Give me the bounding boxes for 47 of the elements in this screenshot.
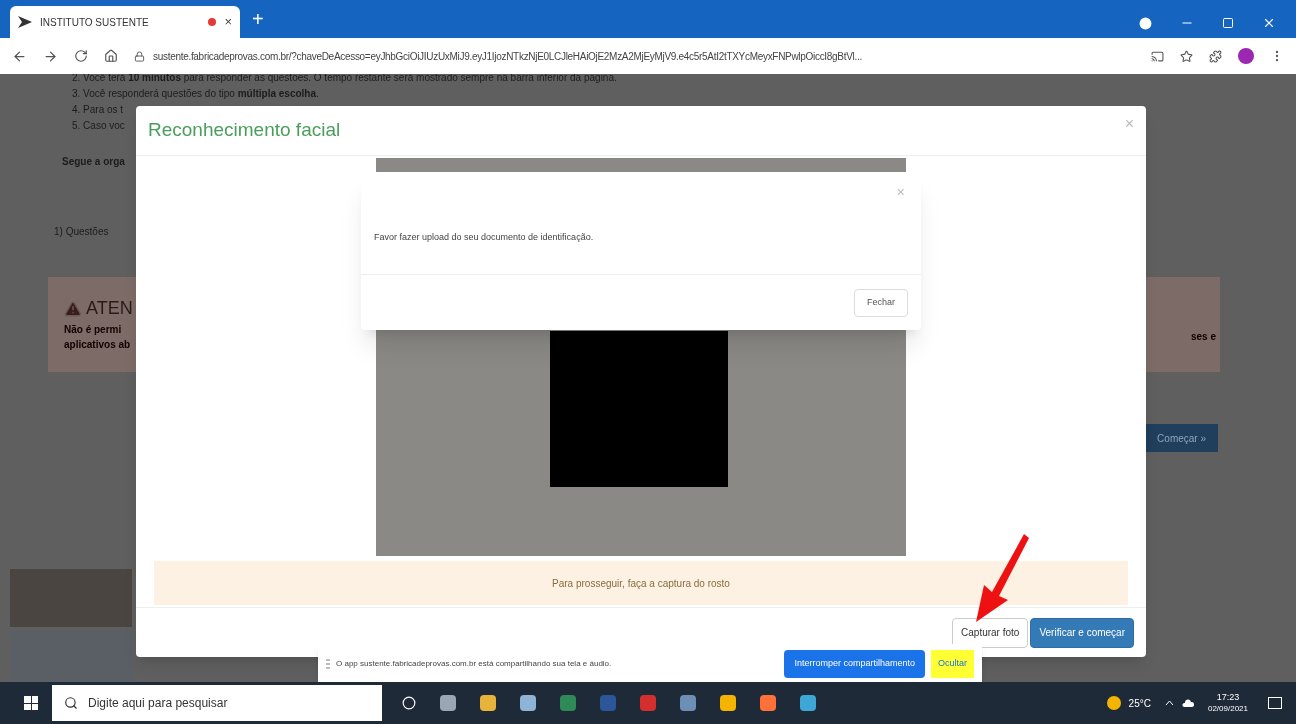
maximize-icon[interactable] (1222, 17, 1234, 29)
cast-icon[interactable] (1151, 49, 1164, 63)
notice-banner: Para prosseguir, faça a captura do rosto (154, 561, 1128, 605)
profile-icon[interactable] (1139, 16, 1152, 30)
browser-tab[interactable]: INSTITUTO SUSTENTE × (10, 6, 240, 38)
close-icon[interactable] (1262, 16, 1276, 30)
dismiss-button[interactable]: Fechar (854, 288, 908, 317)
instruction-text: 4. Para os t (72, 103, 124, 117)
start-button[interactable]: Começar » (1145, 424, 1218, 452)
new-tab-button[interactable]: + (252, 4, 264, 34)
instruction-text: 2. Você terá 10 minutos para responder as questões. O tempo restante será mostrado sempre na barra inferior da página. (72, 74, 617, 85)
clock-date: 02/09/2021 (1207, 703, 1248, 714)
alert-title: ATEN (86, 297, 133, 320)
extensions-icon[interactable] (1209, 49, 1222, 63)
home-icon[interactable] (104, 49, 118, 63)
alert-text: ses e (1190, 330, 1216, 344)
avatar[interactable] (1238, 48, 1254, 64)
alert-text: Não é permi (64, 323, 122, 337)
share-message: O app sustente.fabricadeprovas.com.br está compartilhando sua tela e áudio. (336, 658, 612, 670)
verify-button[interactable]: Verificar e começar (1030, 617, 1134, 648)
hide-button[interactable]: Ocultar (931, 650, 974, 678)
alert-text: aplicativos ab (64, 338, 131, 352)
bookmark-icon[interactable] (1180, 49, 1193, 63)
windows-icon[interactable] (24, 696, 38, 710)
forward-icon[interactable] (43, 48, 58, 64)
logo-icon (18, 16, 32, 28)
modal-title: Reconhecimento facial (148, 118, 341, 143)
lock-icon (134, 50, 145, 62)
section-text: Segue a orga (62, 155, 126, 169)
instruction-text: 5. Caso voc (72, 119, 125, 133)
notification-icon[interactable] (1268, 697, 1282, 709)
dialog-message: Favor fazer upload do seu documento de identificação. (374, 231, 594, 245)
taskbar-search-field[interactable]: Digite aqui para pesquisar (52, 685, 382, 721)
clock-time: 17:23 (1216, 692, 1240, 703)
instruction-text: 3. Você responderá questões do tipo múltipla escolha. (72, 87, 319, 101)
weather-text: 25°C (1128, 696, 1151, 711)
capture-button[interactable]: Capturar foto (952, 617, 1029, 648)
chevron-up-icon[interactable] (1164, 700, 1174, 706)
drag-handle-icon[interactable] (326, 659, 330, 669)
stop-sharing-button[interactable]: Interromper compartilhamento (784, 650, 925, 678)
cloud-icon[interactable] (1181, 699, 1194, 707)
address-field[interactable]: sustente.fabricadeprovas.com.br/?chaveDeAcesso=eyJhbGciOiJIUzUxMiJ9.eyJ1IjozNTkzNjE0LCJleHAiOjE2MzA2MjEyMjV9.e4c5r5AtI2tTXYcMeyxFNPwlpOiccI8gBtVl... (134, 43, 1135, 69)
warning-icon (64, 299, 82, 318)
weather-icon (1106, 696, 1121, 710)
search-icon (64, 696, 78, 710)
reload-icon[interactable] (74, 49, 88, 63)
back-icon[interactable] (12, 48, 27, 64)
